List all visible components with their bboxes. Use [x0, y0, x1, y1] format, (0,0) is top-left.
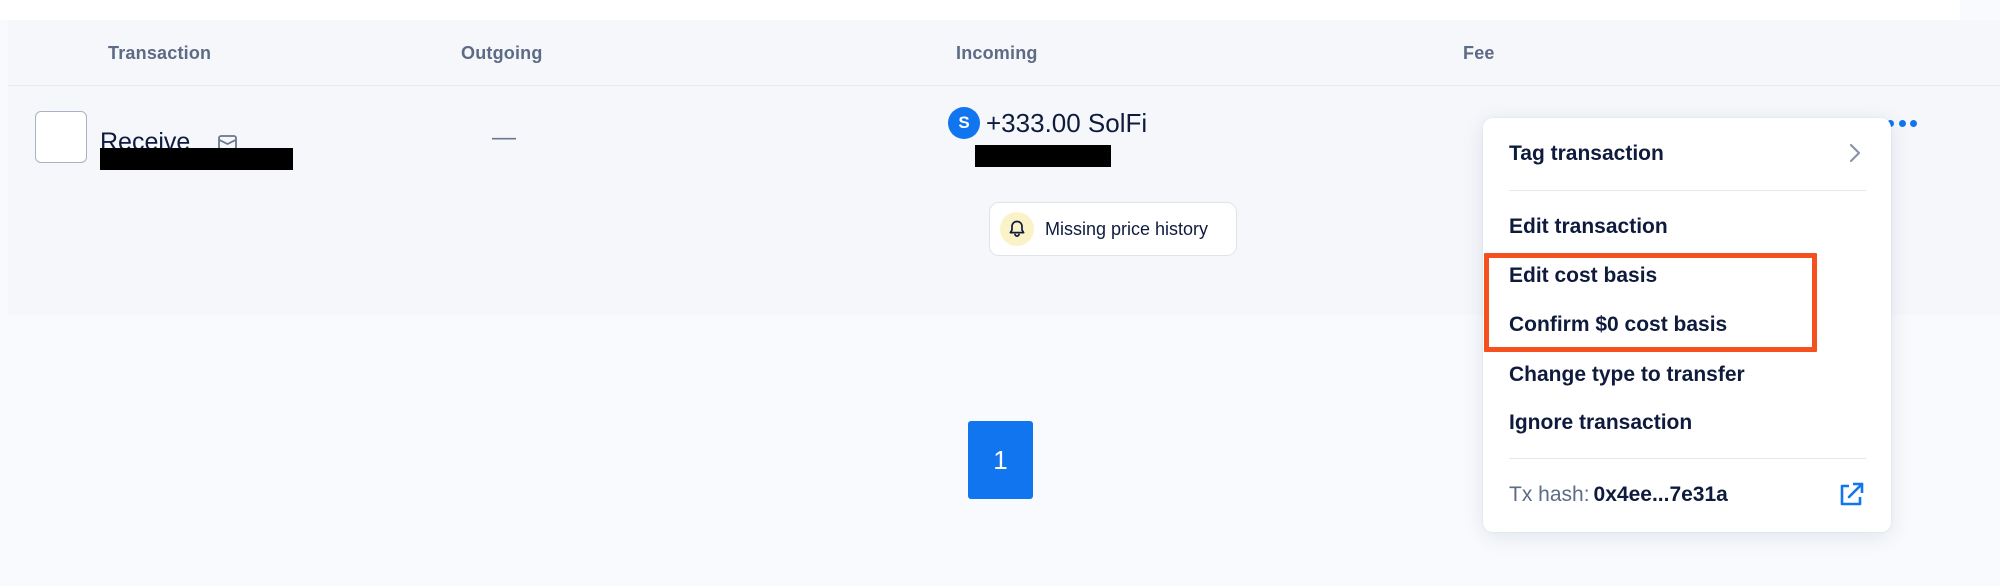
menu-divider: [1509, 458, 1866, 459]
bell-icon: [1000, 212, 1034, 246]
menu-item-ignore-transaction[interactable]: Ignore transaction: [1509, 411, 1692, 435]
external-link-icon[interactable]: [1836, 480, 1866, 510]
outgoing-value: —: [492, 124, 516, 151]
menu-item-edit-transaction[interactable]: Edit transaction: [1509, 215, 1668, 239]
chevron-right-icon: [1849, 143, 1861, 163]
menu-item-tag-transaction[interactable]: Tag transaction: [1509, 142, 1664, 166]
dot: [1910, 119, 1917, 127]
incoming-amount: +333.00 SolFi: [986, 108, 1148, 138]
more-options-icon[interactable]: [1887, 115, 1917, 131]
top-band: [0, 0, 1960, 20]
tx-hash-label: Tx hash:: [1509, 483, 1590, 506]
table-header: Transaction Outgoing Incoming Fee: [8, 20, 2000, 86]
menu-divider: [1509, 190, 1866, 191]
redacted-incoming-value: [975, 145, 1111, 167]
transactions-page: Transaction Outgoing Incoming Fee Receiv…: [0, 0, 2000, 586]
tx-hash-row: Tx hash: 0x4ee...7e31a: [1509, 483, 1728, 507]
header-fee: Fee: [1463, 43, 1495, 63]
row-select-checkbox[interactable]: [35, 111, 87, 163]
menu-item-edit-cost-basis[interactable]: Edit cost basis: [1509, 264, 1657, 288]
coin-icon: S: [948, 107, 980, 139]
missing-price-badge[interactable]: Missing price history: [989, 202, 1237, 256]
menu-item-confirm-zero-cost-basis[interactable]: Confirm $0 cost basis: [1509, 313, 1727, 337]
dot: [1898, 119, 1906, 127]
redacted-address: [100, 148, 293, 170]
pagination-page-button[interactable]: 1: [968, 421, 1033, 499]
transaction-actions-menu: Tag transaction Edit transaction Edit co…: [1483, 118, 1891, 532]
header-incoming: Incoming: [956, 43, 1038, 63]
tx-hash-value: 0x4ee...7e31a: [1593, 483, 1728, 506]
header-outgoing: Outgoing: [461, 43, 543, 63]
missing-price-label: Missing price history: [1045, 218, 1209, 239]
menu-item-change-type-to-transfer[interactable]: Change type to transfer: [1509, 363, 1745, 387]
header-transaction: Transaction: [108, 43, 212, 63]
